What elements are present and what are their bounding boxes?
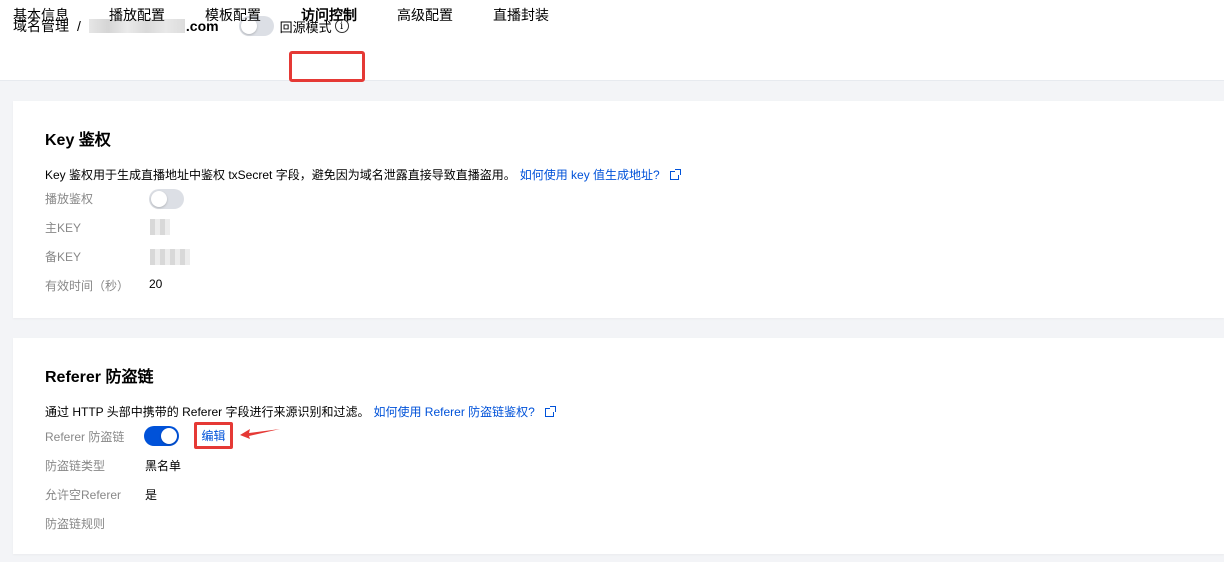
toggle-knob bbox=[161, 428, 177, 444]
allow-empty-referer-value: 是 bbox=[145, 488, 158, 502]
tab-live-packaging[interactable]: 直播封装 bbox=[493, 0, 549, 30]
tab-basic-info[interactable]: 基本信息 bbox=[13, 0, 69, 30]
valid-time-value: 20 bbox=[149, 277, 163, 291]
valid-time-label: 有效时间（秒） bbox=[45, 279, 130, 293]
external-link-icon[interactable] bbox=[544, 406, 556, 417]
backup-key-redacted bbox=[150, 249, 190, 265]
referer-edit-button[interactable]: 编辑 bbox=[201, 427, 225, 444]
referer-type-value: 黑名单 bbox=[145, 459, 182, 473]
referer-card: Referer 防盗链 通过 HTTP 头部中携带的 Referer 字段进行来… bbox=[13, 338, 1224, 554]
referer-description: 通过 HTTP 头部中携带的 Referer 字段进行来源识别和过滤。 如何使用 … bbox=[45, 403, 556, 420]
breadcrumb-separator: / bbox=[77, 18, 81, 34]
edit-highlight-box: 编辑 bbox=[194, 422, 233, 449]
tab-advanced-config[interactable]: 高级配置 bbox=[397, 0, 453, 30]
red-arrow-icon bbox=[240, 429, 280, 439]
toggle-knob bbox=[151, 191, 167, 207]
key-auth-card: Key 鉴权 Key 鉴权用于生成直播地址中鉴权 txSecret 字段，避免因… bbox=[13, 101, 1224, 318]
tab-playback-config[interactable]: 播放配置 bbox=[109, 0, 165, 30]
top-bar: 域名管理 / .com 回源模式 i 基本信息 播放配置 模板配置 访问控制 高… bbox=[0, 0, 1224, 81]
key-auth-help-link[interactable]: 如何使用 key 值生成地址? bbox=[520, 168, 660, 182]
referer-rules-label: 防盗链规则 bbox=[45, 517, 106, 531]
tab-access-control[interactable]: 访问控制 bbox=[301, 0, 357, 30]
referer-switch-label: Referer 防盗链 bbox=[45, 430, 125, 444]
referer-toggle[interactable] bbox=[144, 426, 179, 446]
play-auth-label: 播放鉴权 bbox=[45, 192, 94, 206]
key-auth-description-text: Key 鉴权用于生成直播地址中鉴权 txSecret 字段，避免因为域名泄露直接… bbox=[45, 168, 516, 182]
external-link-icon[interactable] bbox=[669, 169, 681, 180]
key-auth-title: Key 鉴权 bbox=[45, 132, 111, 149]
referer-help-link[interactable]: 如何使用 Referer 防盗链鉴权? bbox=[373, 405, 534, 419]
allow-empty-referer-label: 允许空Referer bbox=[45, 488, 122, 502]
play-auth-toggle[interactable] bbox=[149, 189, 184, 209]
referer-type-label: 防盗链类型 bbox=[45, 459, 106, 473]
referer-description-text: 通过 HTTP 头部中携带的 Referer 字段进行来源识别和过滤。 bbox=[45, 405, 370, 419]
backup-key-label: 备KEY bbox=[45, 250, 82, 264]
main-key-label: 主KEY bbox=[45, 221, 82, 235]
main-key-redacted bbox=[150, 219, 170, 235]
key-auth-description: Key 鉴权用于生成直播地址中鉴权 txSecret 字段，避免因为域名泄露直接… bbox=[45, 166, 681, 183]
referer-title: Referer 防盗链 bbox=[45, 369, 154, 386]
tab-template-config[interactable]: 模板配置 bbox=[205, 0, 261, 30]
active-tab-highlight-box bbox=[289, 51, 365, 82]
